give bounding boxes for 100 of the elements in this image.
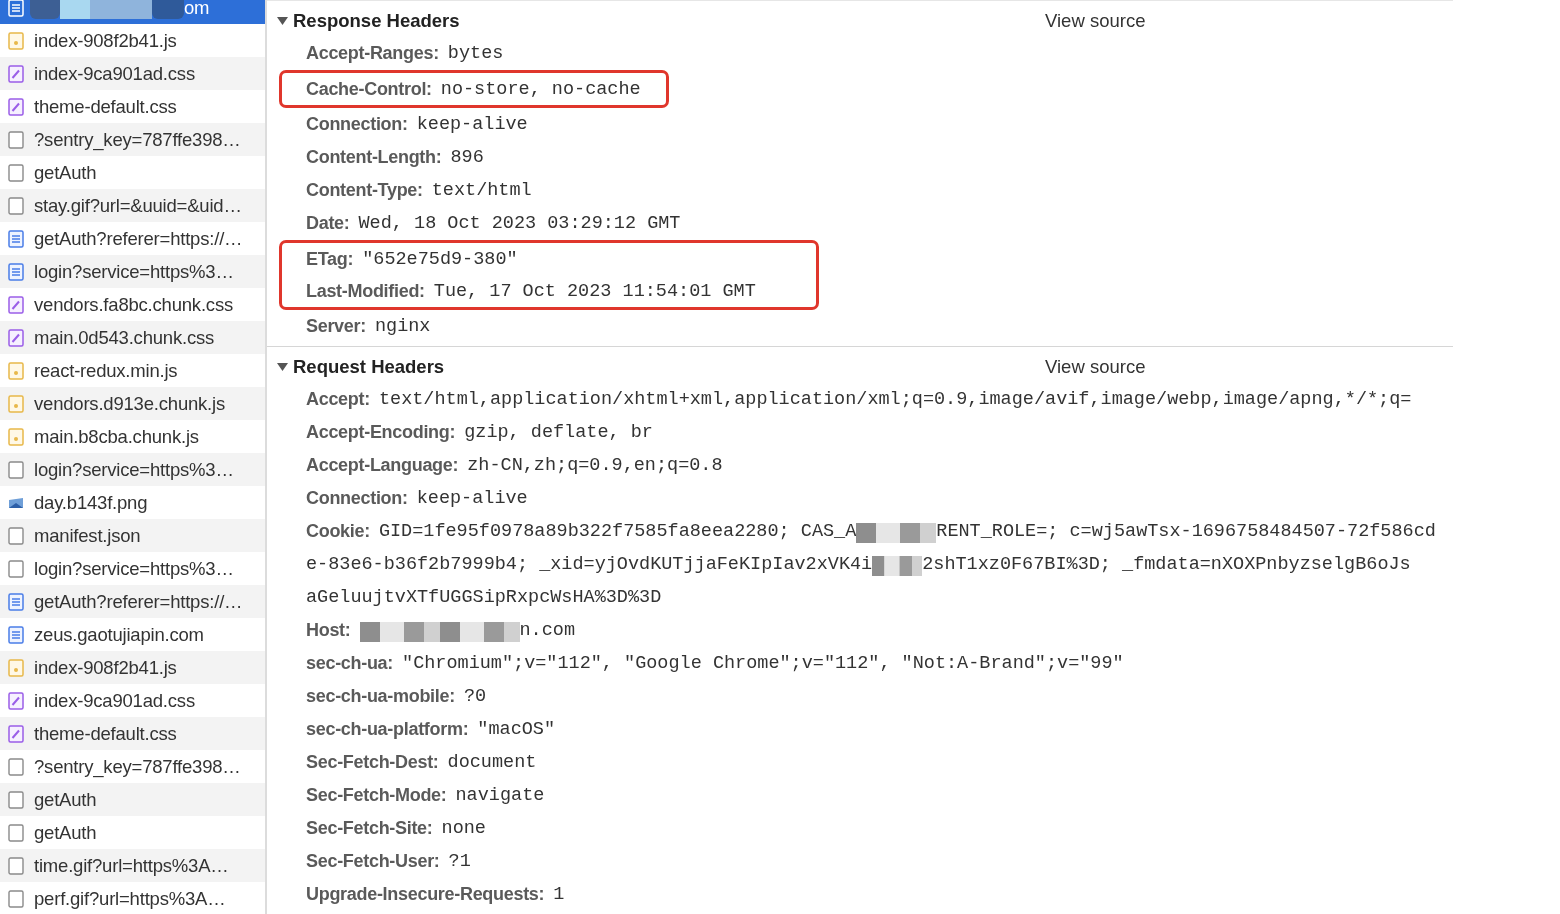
request-name: login?service=https%3… [34,260,234,283]
header-name: Connection: [306,488,408,509]
header-value: ?0 [463,686,487,707]
header-value: GID=1fe95f0978a89b322f7585fa8eea2280; CAS_A [378,521,857,542]
header-value: 1 [553,884,565,905]
blank-file-icon [8,889,24,908]
header-value: ?1 [448,851,471,872]
request-name: getAuth [34,788,97,811]
request-name: getAuth?referer=https://… [34,590,243,613]
header-value: keep-alive [416,114,528,135]
js-file-icon [8,658,24,677]
header-value: "Chromium";v="112", "Google Chrome";v="112", "Not:A-Brand";v="99" [402,653,1124,674]
request-name: index-908f2b41.js [34,656,177,679]
request-row[interactable]: getAuth [0,783,265,816]
request-row[interactable]: main.0d543.chunk.css [0,321,265,354]
header-name: Connection: [306,114,408,135]
header-value: e-83e6-b36f2b7999b4; _xid=yjOvdKUTjjaFeKIpIav2xVK4i [306,554,873,575]
css-file-icon [8,64,24,83]
header-name: sec-ch-ua: [306,653,394,674]
request-name: main.0d543.chunk.css [34,326,215,349]
request-name: main.b8cba.chunk.js [34,425,199,448]
header-name: ETag: [306,248,354,270]
header-value: "652e75d9-380" [362,248,518,270]
request-row[interactable]: vendors.d913e.chunk.js [0,387,265,420]
view-source-link[interactable]: View source [1045,356,1146,378]
request-name: theme-default.css [34,95,177,118]
blank-file-icon [8,757,24,776]
header-value: navigate [455,785,545,806]
document-icon [8,229,24,248]
request-name: getAuth [34,821,97,844]
request-name: time.gif?url=https%3A… [34,854,229,877]
header-name: Cookie: [306,521,370,542]
header-name: Content-Length: [306,147,442,168]
request-name: index-908f2b41.js [34,29,177,52]
header-name: sec-ch-ua-mobile: [306,686,455,707]
request-row[interactable]: login?service=https%3… [0,453,265,486]
request-row[interactable]: index-908f2b41.js [0,651,265,684]
header-value: 896 [450,147,484,168]
header-value: none [441,818,486,839]
blank-file-icon [8,823,24,842]
header-name: Server: [306,316,366,337]
header-value: text/html [431,180,532,201]
css-file-icon [8,691,24,710]
view-source-link[interactable]: View source [1045,10,1146,32]
header-name: Accept-Encoding: [306,422,456,443]
css-file-icon [8,724,24,743]
request-name: perf.gif?url=https%3A… [34,887,226,910]
header-value: keep-alive [416,488,528,509]
header-name: sec-ch-ua-platform: [306,719,469,740]
blank-file-icon [8,163,24,182]
request-row[interactable]: time.gif?url=https%3A… [0,849,265,882]
request-row[interactable]: getAuth?referer=https://… [0,585,265,618]
css-file-icon [8,97,24,116]
header-name: Content-Type: [306,180,423,201]
request-name: stay.gif?url=&uuid=&uid… [34,194,242,217]
request-row[interactable]: index-9ca901ad.css [0,57,265,90]
request-name: om [184,0,210,19]
header-name: Sec-Fetch-User: [306,851,440,872]
header-name: Sec-Fetch-Site: [306,818,433,839]
section-title[interactable]: Response Headers [293,10,1045,32]
request-row[interactable]: theme-default.css [0,717,265,750]
header-value: Wed, 18 Oct 2023 03:29:12 GMT [358,213,681,234]
header-name: Accept-Language: [306,455,459,476]
request-name: login?service=https%3… [34,458,234,481]
js-file-icon [8,427,24,446]
request-row[interactable]: stay.gif?url=&uuid=&uid… [0,189,265,222]
request-row[interactable]: login?service=https%3… [0,255,265,288]
request-name: vendors.d913e.chunk.js [34,392,225,415]
section-title[interactable]: Request Headers [293,356,1045,378]
document-icon [8,625,24,644]
header-value: aGeluujtvXTfUGGSipRxpcWsHA%3D%3D [306,587,662,608]
header-value: no-store, no-cache [440,78,641,100]
blank-file-icon [8,130,24,149]
header-name: Cache-Control: [306,78,432,100]
header-value: 2shT1xz0F67BI%3D; _fmdata=nXOXPnbyzselgB6oJs [922,554,1411,575]
caret-icon[interactable] [277,16,288,26]
request-name: zeus.gaotujiapin.com [34,623,204,646]
request-row[interactable]: ?sentry_key=787ffe398… [0,123,265,156]
header-name: Sec-Fetch-Dest: [306,752,439,773]
request-name: theme-default.css [34,722,177,745]
request-row[interactable]: manifest.json [0,519,265,552]
request-name: index-9ca901ad.css [34,62,195,85]
request-row[interactable]: om [0,0,265,24]
header-value: zh-CN,zh;q=0.9,en;q=0.8 [467,455,723,476]
request-name: manifest.json [34,524,141,547]
blank-file-icon [8,559,24,578]
header-value: Tue, 17 Oct 2023 11:54:01 GMT [433,280,756,302]
header-value: bytes [447,43,504,64]
request-name: react-redux.min.js [34,359,178,382]
document-icon [8,592,24,611]
header-value: "macOS" [477,719,556,740]
request-name: vendors.fa8bc.chunk.css [34,293,233,316]
header-value: document [447,752,537,773]
header-value: n.com [519,620,575,641]
blank-file-icon [8,460,24,479]
header-value: RENT_ROLE=; c=wj5awTsx-1696758484507-72f586cd [936,521,1436,542]
request-name: day.b143f.png [34,491,148,514]
document-icon [8,262,24,281]
header-name: Host: [306,620,351,641]
caret-icon[interactable] [277,362,288,372]
